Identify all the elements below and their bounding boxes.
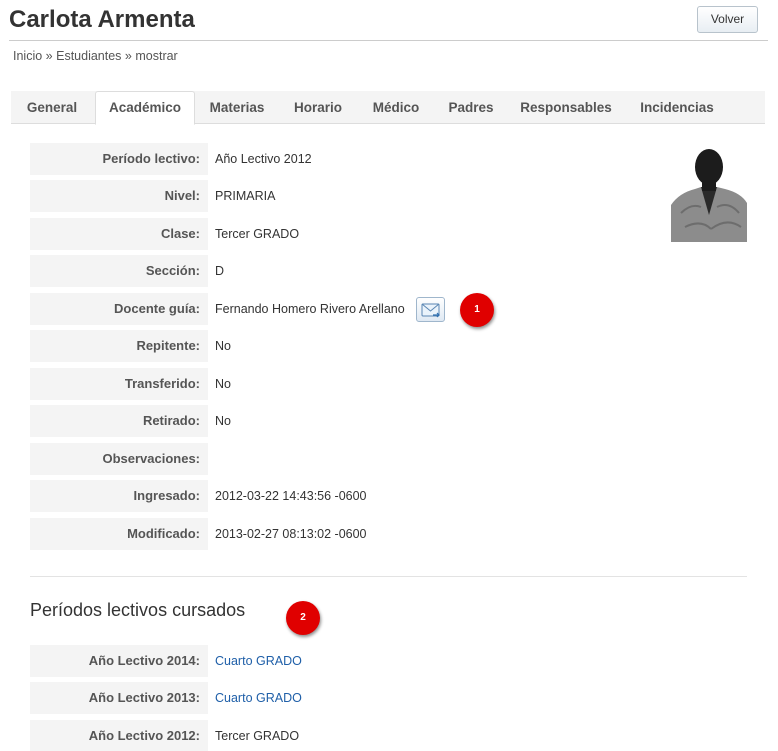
field-value: Tercer GRADO [215,227,300,241]
field-value: Fernando Homero Rivero Arellano [215,302,405,316]
periods-section-title: Períodos lectivos cursados [30,600,246,620]
field-row-observaciones: Observaciones: [30,443,750,475]
breadcrumb-separator: » [45,49,53,63]
field-value: D [215,264,225,278]
breadcrumb: Inicio » Estudiantes » mostrar [13,49,178,63]
tab-materias[interactable]: Materias [197,91,277,124]
period-row-2014: Año Lectivo 2014: Cuarto GRADO [30,645,750,677]
breadcrumb-item-inicio[interactable]: Inicio [13,49,42,63]
period-label: Año Lectivo 2013: [30,682,208,714]
tab-horario[interactable]: Horario [279,91,357,124]
field-value: Año Lectivo 2012 [215,152,312,166]
period-row-2013: Año Lectivo 2013: Cuarto GRADO [30,682,750,714]
tab-medico[interactable]: Médico [359,91,433,124]
field-label: Período lectivo: [30,143,208,175]
student-photo [671,143,747,242]
tab-responsables[interactable]: Responsables [509,91,623,124]
section-divider [30,576,747,577]
tab-bar: General Académico Materias Horario Médic… [11,91,765,125]
field-row-ingresado: Ingresado: 2012-03-22 14:43:56 -0600 [30,480,750,512]
field-label: Clase: [30,218,208,250]
field-label: Ingresado: [30,480,208,512]
period-link[interactable]: Cuarto GRADO [215,682,302,714]
annotation-marker-2: 2 [286,601,320,635]
title-divider [9,40,768,41]
field-label: Nivel: [30,180,208,212]
field-row-clase: Clase: Tercer GRADO [30,218,750,250]
field-label: Modificado: [30,518,208,550]
field-label: Docente guía: [30,293,208,325]
field-row-periodo: Período lectivo: Año Lectivo 2012 [30,143,750,175]
field-label: Repitente: [30,330,208,362]
field-row-modificado: Modificado: 2013-02-27 08:13:02 -0600 [30,518,750,550]
page-title: Carlota Armenta [9,6,195,33]
period-row-2012: Año Lectivo 2012: Tercer GRADO [30,720,750,751]
field-value: 2013-02-27 08:13:02 -0600 [215,527,367,541]
field-row-retirado: Retirado: No [30,405,750,437]
field-row-transferido: Transferido: No [30,368,750,400]
field-label: Transferido: [30,368,208,400]
field-value: PRIMARIA [215,189,276,203]
period-link[interactable]: Cuarto GRADO [215,645,302,677]
field-row-repitente: Repitente: No [30,330,750,362]
period-value: Tercer GRADO [215,729,300,743]
field-row-nivel: Nivel: PRIMARIA [30,180,750,212]
tab-academico[interactable]: Académico [95,91,195,125]
breadcrumb-item-estudiantes[interactable]: Estudiantes [56,49,121,63]
field-value: No [215,414,231,428]
field-label: Sección: [30,255,208,287]
tab-padres[interactable]: Padres [435,91,507,124]
field-value: 2012-03-22 14:43:56 -0600 [215,489,367,503]
tab-incidencias[interactable]: Incidencias [625,91,729,124]
period-label: Año Lectivo 2014: [30,645,208,677]
field-row-seccion: Sección: D [30,255,750,287]
breadcrumb-separator: » [124,49,132,63]
back-button[interactable]: Volver [697,6,758,33]
annotation-marker-1: 1 [460,293,494,327]
email-teacher-button[interactable] [416,297,445,322]
breadcrumb-item-mostrar: mostrar [135,49,178,63]
period-label: Año Lectivo 2012: [30,720,208,751]
envelope-icon [421,303,440,318]
field-row-docente: Docente guía: Fernando Homero Rivero Are… [30,293,750,325]
tab-general[interactable]: General [11,91,93,124]
field-label: Retirado: [30,405,208,437]
field-value: No [215,339,231,353]
field-value: No [215,377,231,391]
field-label: Observaciones: [30,443,208,475]
